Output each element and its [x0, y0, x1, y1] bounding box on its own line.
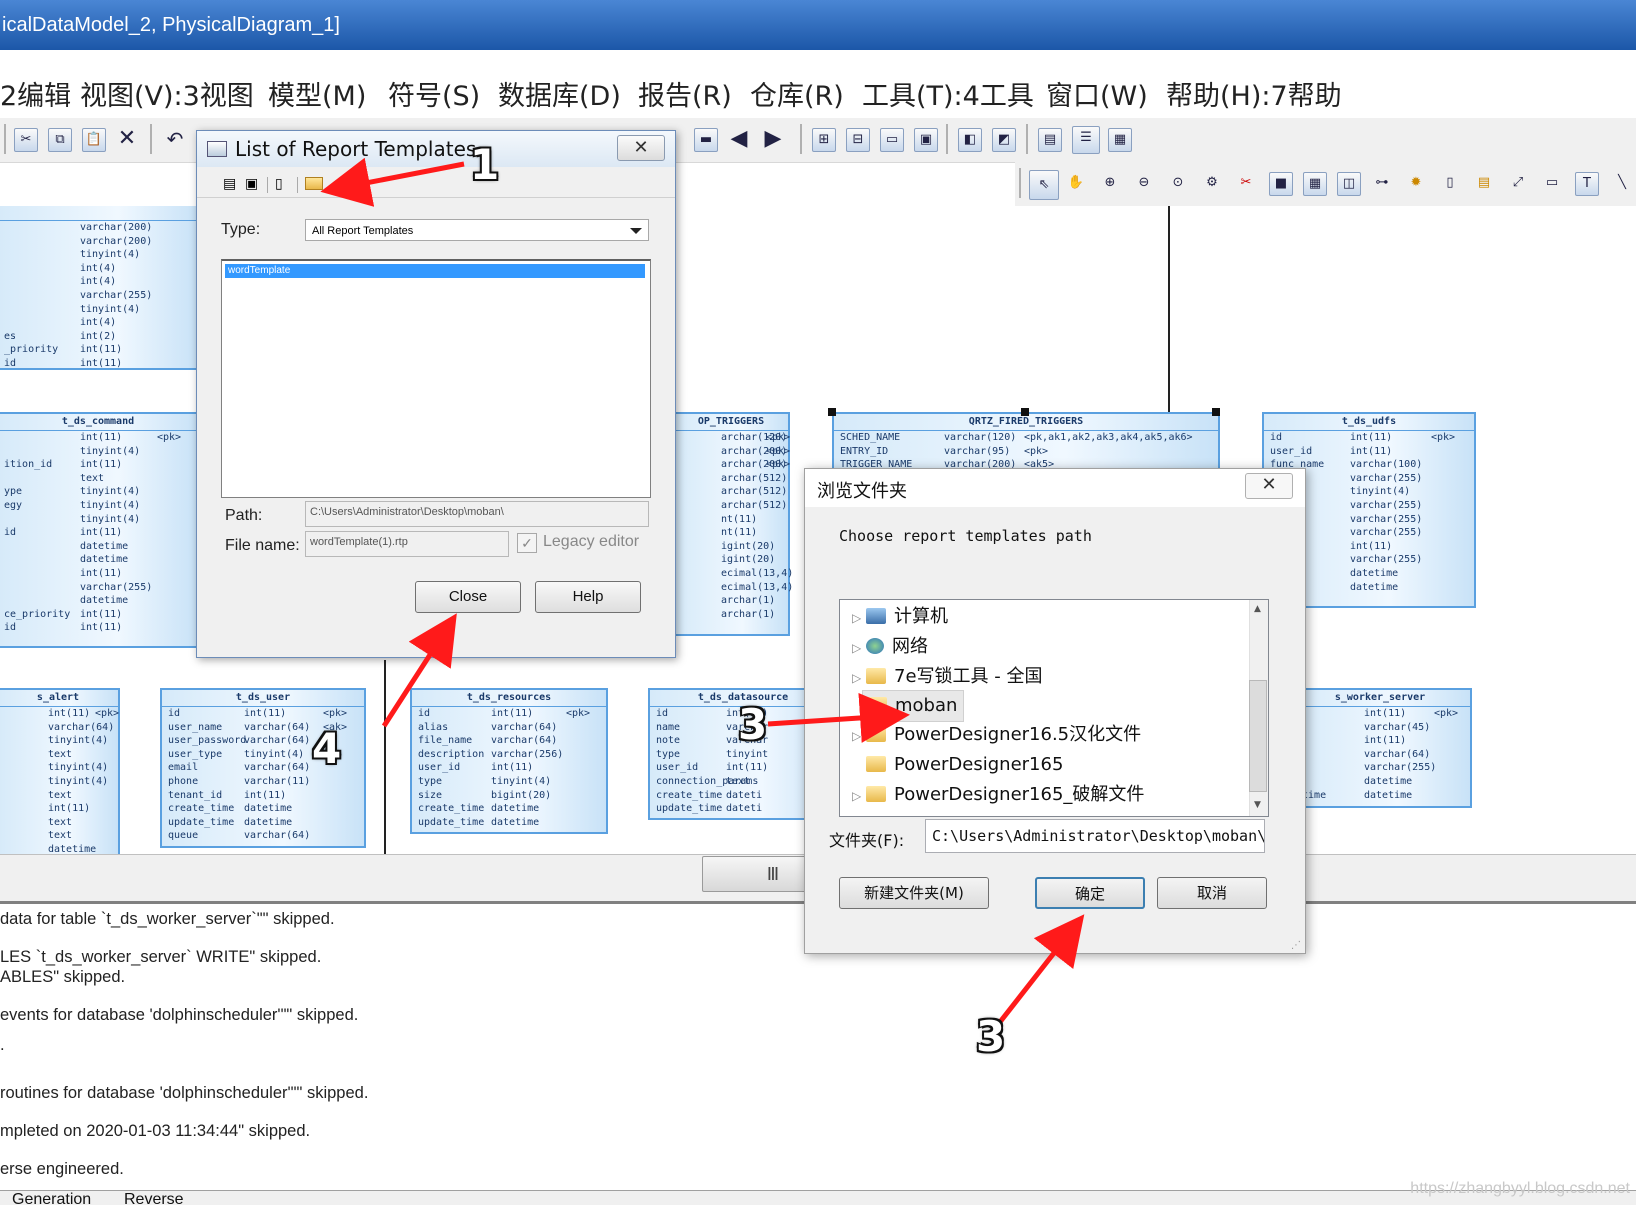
annotation-arrow	[381, 613, 457, 728]
annotation-number: 3	[738, 700, 768, 749]
annotation-arrow	[320, 157, 465, 207]
annotation-number: 1	[470, 140, 500, 189]
annotation-arrow	[998, 914, 1085, 1024]
annotation-number: 4	[312, 724, 342, 773]
annotation-number: 3	[976, 1012, 1006, 1061]
annotation-arrow	[767, 693, 910, 743]
annotation-overlay	[320, 157, 1085, 1024]
